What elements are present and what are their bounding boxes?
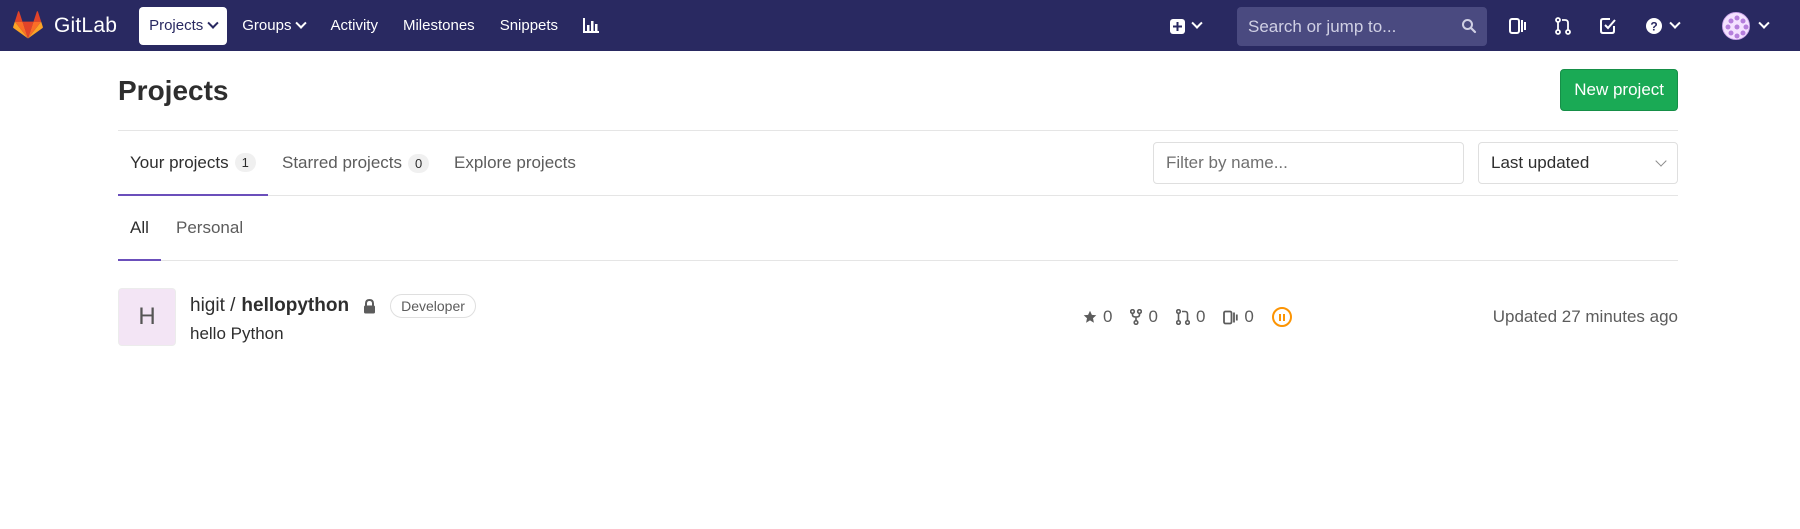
plus-square-icon bbox=[1170, 18, 1185, 34]
chart-icon bbox=[583, 18, 600, 33]
search-icon bbox=[1462, 19, 1477, 34]
project-stats: 0 0 0 0 bbox=[1083, 307, 1292, 327]
tab-label: Starred projects bbox=[282, 153, 402, 172]
user-avatar bbox=[1722, 12, 1750, 40]
merge-request-icon bbox=[1555, 16, 1571, 35]
tab-label: Explore projects bbox=[454, 153, 576, 172]
main-nav: Projects Groups Activity Milestones Snip… bbox=[139, 0, 614, 51]
projects-tabs: Your projects 1 Starred projects 0 Explo… bbox=[118, 131, 1678, 196]
nav-right-icons: ? bbox=[1495, 0, 1693, 51]
issues-icon bbox=[1509, 17, 1526, 34]
gitlab-home-link[interactable]: GitLab bbox=[0, 0, 117, 51]
top-navbar: GitLab Projects Groups Activity Mileston… bbox=[0, 0, 1800, 51]
project-namespace: higit / bbox=[190, 295, 236, 316]
count-badge: 0 bbox=[408, 153, 430, 173]
todos-button[interactable] bbox=[1591, 7, 1625, 45]
tab-your-projects[interactable]: Your projects 1 bbox=[118, 131, 268, 196]
stars-count-link[interactable]: 0 bbox=[1083, 307, 1112, 327]
nav-analytics[interactable] bbox=[573, 7, 609, 45]
sort-selected-label: Last updated bbox=[1491, 153, 1590, 172]
lock-icon bbox=[364, 298, 376, 313]
filter-by-name-input[interactable] bbox=[1153, 142, 1464, 184]
fork-icon bbox=[1130, 309, 1143, 325]
project-list-item: H higit / hellopython Developer hello Py… bbox=[118, 287, 1678, 347]
main-content: Projects New project Your projects 1 Sta… bbox=[118, 51, 1678, 346]
tab-explore-projects[interactable]: Explore projects bbox=[454, 131, 576, 195]
issues-icon bbox=[1223, 310, 1239, 324]
search-box[interactable] bbox=[1237, 7, 1487, 46]
nav-projects-label: Projects bbox=[149, 17, 204, 34]
search-input[interactable] bbox=[1248, 16, 1448, 37]
merge-request-icon bbox=[1175, 309, 1190, 325]
help-icon: ? bbox=[1646, 17, 1662, 34]
project-title-link[interactable]: higit / hellopython Developer bbox=[190, 294, 476, 318]
projects-subtabs: All Personal bbox=[118, 196, 1678, 261]
nav-activity[interactable]: Activity bbox=[320, 7, 388, 45]
chevron-down-icon bbox=[295, 17, 308, 29]
pipeline-paused-icon[interactable] bbox=[1271, 307, 1292, 327]
star-icon bbox=[1083, 310, 1097, 323]
project-avatar[interactable]: H bbox=[118, 288, 176, 346]
chevron-down-icon bbox=[1758, 17, 1770, 29]
project-description: hello Python bbox=[190, 324, 284, 343]
new-project-button[interactable]: New project bbox=[1560, 69, 1678, 111]
brand-name: GitLab bbox=[54, 13, 118, 37]
nav-groups-label: Groups bbox=[242, 17, 292, 34]
issues-count: 0 bbox=[1244, 307, 1254, 326]
svg-text:?: ? bbox=[1650, 19, 1657, 33]
help-dropdown[interactable]: ? bbox=[1637, 7, 1687, 45]
project-name: hellopython bbox=[241, 295, 350, 316]
todo-icon bbox=[1600, 17, 1616, 34]
pause-bar bbox=[1278, 313, 1281, 321]
user-menu-dropdown[interactable] bbox=[1722, 7, 1770, 45]
role-badge: Developer bbox=[390, 294, 476, 318]
chevron-down-icon bbox=[1191, 17, 1203, 29]
forks-count: 0 bbox=[1148, 307, 1158, 326]
page-header: Projects New project bbox=[118, 51, 1678, 131]
nav-projects-dropdown[interactable]: Projects bbox=[139, 6, 228, 45]
gitlab-tanuki-icon bbox=[13, 10, 43, 38]
issues-count-link[interactable]: 0 bbox=[1223, 307, 1254, 327]
subtab-personal[interactable]: Personal bbox=[176, 196, 243, 260]
count-badge: 1 bbox=[234, 153, 256, 172]
sort-dropdown[interactable]: Last updated bbox=[1478, 142, 1678, 184]
nav-snippets[interactable]: Snippets bbox=[490, 7, 568, 45]
page-title: Projects bbox=[118, 75, 229, 106]
stars-count: 0 bbox=[1103, 307, 1113, 326]
subtab-all[interactable]: All bbox=[118, 196, 161, 261]
chevron-down-icon bbox=[1655, 155, 1667, 167]
chevron-down-icon bbox=[1669, 17, 1681, 29]
identicon-icon bbox=[1723, 13, 1749, 39]
tab-starred-projects[interactable]: Starred projects 0 bbox=[282, 131, 430, 195]
merge-requests-count-link[interactable]: 0 bbox=[1175, 307, 1206, 327]
chevron-down-icon bbox=[207, 17, 219, 29]
pause-bar bbox=[1282, 313, 1285, 321]
merge-requests-count: 0 bbox=[1195, 307, 1206, 326]
tab-label: Your projects bbox=[130, 152, 229, 172]
nav-milestones[interactable]: Milestones bbox=[393, 7, 485, 45]
nav-groups-dropdown[interactable]: Groups bbox=[232, 7, 315, 45]
project-updated-at: Updated 27 minutes ago bbox=[1492, 307, 1678, 326]
forks-count-link[interactable]: 0 bbox=[1130, 307, 1158, 327]
new-dropdown-button[interactable] bbox=[1170, 7, 1203, 45]
merge-requests-button[interactable] bbox=[1547, 7, 1579, 45]
issues-button[interactable] bbox=[1501, 7, 1535, 45]
